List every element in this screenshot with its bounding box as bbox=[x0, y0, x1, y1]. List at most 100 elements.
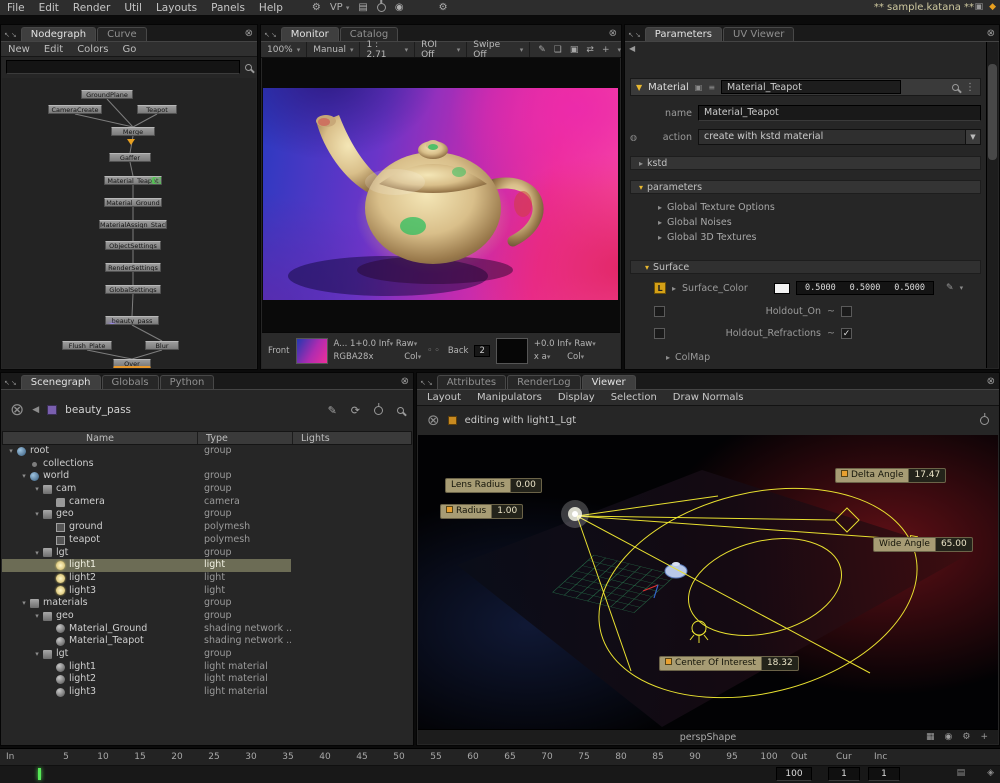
back-thumbnail[interactable] bbox=[496, 338, 528, 364]
collapsed-arrow-icon[interactable]: ▸ bbox=[658, 203, 662, 212]
scenegraph-row-root[interactable]: ▾rootgroup bbox=[2, 445, 412, 458]
lights-cell[interactable] bbox=[291, 508, 412, 521]
increment-input[interactable]: 1 bbox=[868, 767, 900, 781]
menu-layouts[interactable]: Layouts bbox=[149, 2, 204, 14]
color-r-value[interactable]: 0.5000 bbox=[805, 282, 836, 294]
scenegraph-row-light3[interactable]: light3light material bbox=[2, 686, 412, 699]
menu-help[interactable]: Help bbox=[252, 2, 290, 14]
expander-icon[interactable]: ▾ bbox=[32, 483, 42, 496]
column-lights[interactable]: Lights bbox=[292, 432, 411, 444]
undock-icon[interactable]: ↘ bbox=[271, 31, 277, 39]
search-icon[interactable] bbox=[397, 407, 404, 414]
lights-cell[interactable] bbox=[291, 610, 412, 623]
settings-icon[interactable]: ⚙ bbox=[439, 2, 448, 13]
expanded-arrow-icon[interactable]: ▾ bbox=[645, 263, 649, 272]
back-col[interactable]: Col bbox=[567, 352, 581, 362]
expander-icon[interactable]: ▾ bbox=[32, 547, 42, 560]
lights-cell[interactable] bbox=[291, 635, 412, 648]
tab-curve[interactable]: Curve bbox=[97, 27, 147, 41]
render-icon[interactable]: ◉ bbox=[395, 2, 404, 13]
out-frame-input[interactable]: 100 bbox=[776, 767, 812, 781]
timeline-ruler[interactable]: In 5101520253035404550556065707580859095… bbox=[0, 749, 1000, 766]
alert-icon[interactable]: ◆ bbox=[989, 2, 996, 12]
lights-cell[interactable] bbox=[291, 534, 412, 547]
scenegraph-row-material-ground[interactable]: Material_Groundshading network ... bbox=[2, 623, 412, 636]
tab-globals[interactable]: Globals bbox=[102, 375, 159, 389]
crosshair-icon[interactable]: + bbox=[602, 45, 610, 55]
copy-icon[interactable]: ▣ bbox=[570, 45, 579, 55]
param-group-global-texture-options[interactable]: ▸Global Texture Options bbox=[630, 200, 981, 215]
back-raw[interactable]: Raw bbox=[574, 339, 592, 349]
scenegraph-row-materials[interactable]: ▾materialsgroup bbox=[2, 597, 412, 610]
chevron-down-icon[interactable]: ▾ bbox=[617, 46, 621, 54]
front-col[interactable]: Col bbox=[404, 352, 418, 362]
node-name-box[interactable]: Material_Teapot bbox=[721, 80, 901, 94]
refresh-icon[interactable]: ⟳ bbox=[351, 404, 360, 417]
viewport-mode-button[interactable]: VP ▾ bbox=[330, 2, 350, 13]
nodegraph-menu-new[interactable]: New bbox=[1, 44, 37, 55]
undock-icon[interactable]: ↘ bbox=[11, 379, 17, 387]
node-rendersettings[interactable]: RenderSettings bbox=[105, 263, 161, 272]
lights-cell[interactable] bbox=[291, 521, 412, 534]
scrollbar-thumb[interactable] bbox=[988, 64, 997, 160]
scenegraph-row-lgt[interactable]: ▾lgtgroup bbox=[2, 547, 412, 560]
scenegraph-row-light2[interactable]: light2light bbox=[2, 572, 412, 585]
context-node-name[interactable]: beauty_pass bbox=[65, 404, 131, 416]
tab-python[interactable]: Python bbox=[160, 375, 215, 389]
current-frame-input[interactable]: 1 bbox=[828, 767, 860, 781]
back-channels[interactable]: x a bbox=[534, 352, 547, 362]
menu-icon[interactable]: ≡ bbox=[708, 83, 715, 92]
viewer-menu-layout[interactable]: Layout bbox=[427, 392, 461, 403]
node-material-teapot[interactable]: Material_Teapot bbox=[104, 176, 162, 185]
lights-cell[interactable] bbox=[291, 623, 412, 636]
node-objectsettings[interactable]: ObjectSettings bbox=[105, 241, 161, 250]
gear-icon[interactable]: ⚙ bbox=[312, 2, 321, 13]
close-icon[interactable]: ⊗ bbox=[987, 28, 995, 39]
lens-radius-manipulator[interactable]: Lens Radius 0.00 bbox=[445, 479, 542, 492]
expander-icon[interactable]: ▾ bbox=[32, 610, 42, 623]
grid-toggle-icon[interactable]: ▦ bbox=[926, 732, 935, 742]
lights-cell[interactable] bbox=[291, 572, 412, 585]
expanded-arrow-icon[interactable]: ▼ bbox=[636, 83, 642, 92]
comment-icon[interactable]: ❏ bbox=[554, 45, 562, 55]
scenegraph-row-geo[interactable]: ▾geogroup bbox=[2, 508, 412, 521]
close-icon[interactable]: ⊗ bbox=[987, 376, 995, 387]
dock-icon[interactable]: ↖ bbox=[628, 31, 634, 39]
front-name[interactable]: A... bbox=[334, 339, 348, 349]
column-type[interactable]: Type bbox=[197, 432, 292, 444]
node-merge[interactable]: Merge bbox=[111, 127, 155, 136]
lens-icon[interactable]: ◉ bbox=[945, 732, 953, 742]
node-gaffer[interactable]: Gaffer bbox=[109, 153, 151, 162]
lights-cell[interactable] bbox=[291, 597, 412, 610]
more-options-icon[interactable]: ⋮ bbox=[965, 82, 975, 93]
section-surface[interactable]: ▾ Surface bbox=[630, 260, 981, 274]
param-group-global-3d-textures[interactable]: ▸Global 3D Textures bbox=[630, 230, 981, 245]
camera-name[interactable]: perspShape bbox=[418, 732, 998, 743]
search-icon[interactable] bbox=[245, 64, 252, 71]
lights-cell[interactable] bbox=[291, 559, 412, 572]
timeline-track[interactable]: 100 1 1 ▤ ◈ bbox=[0, 766, 1000, 783]
front-thumbnail[interactable] bbox=[296, 338, 328, 364]
collapsed-arrow-icon[interactable]: ▸ bbox=[666, 353, 670, 362]
menu-render[interactable]: Render bbox=[66, 2, 117, 14]
close-icon[interactable]: ⊗ bbox=[245, 28, 253, 39]
front-raw[interactable]: Raw bbox=[396, 339, 414, 349]
material-node-header[interactable]: ▼ Material ▣ ≡ Material_Teapot ⋮ bbox=[630, 78, 981, 96]
nodegraph-menu-colors[interactable]: Colors bbox=[70, 44, 115, 55]
close-icon[interactable]: ⊗ bbox=[609, 28, 617, 39]
section-parameters[interactable]: ▾ parameters bbox=[630, 180, 981, 194]
power-icon[interactable] bbox=[377, 3, 386, 12]
timeline-lock-icon[interactable]: ◈ bbox=[987, 768, 994, 778]
monitor-option-roi-off[interactable]: ROI Off▾ bbox=[415, 42, 467, 57]
collapsed-arrow-icon[interactable]: ▸ bbox=[658, 218, 662, 227]
scenegraph-row-light1[interactable]: light1light bbox=[2, 559, 412, 572]
viewer-menu-draw-normals[interactable]: Draw Normals bbox=[673, 392, 744, 403]
enable-checkbox[interactable] bbox=[654, 306, 665, 317]
monitor-option-manual[interactable]: Manual▾ bbox=[307, 42, 360, 57]
menu-file[interactable]: File bbox=[0, 2, 32, 14]
colmap-row[interactable]: ▸ ColMap bbox=[630, 350, 981, 365]
scenegraph-row-collections[interactable]: collections bbox=[2, 458, 412, 471]
node-cameracreate[interactable]: CameraCreate bbox=[48, 105, 102, 114]
tab-uv-viewer[interactable]: UV Viewer bbox=[723, 27, 794, 41]
lights-cell[interactable] bbox=[291, 458, 412, 471]
